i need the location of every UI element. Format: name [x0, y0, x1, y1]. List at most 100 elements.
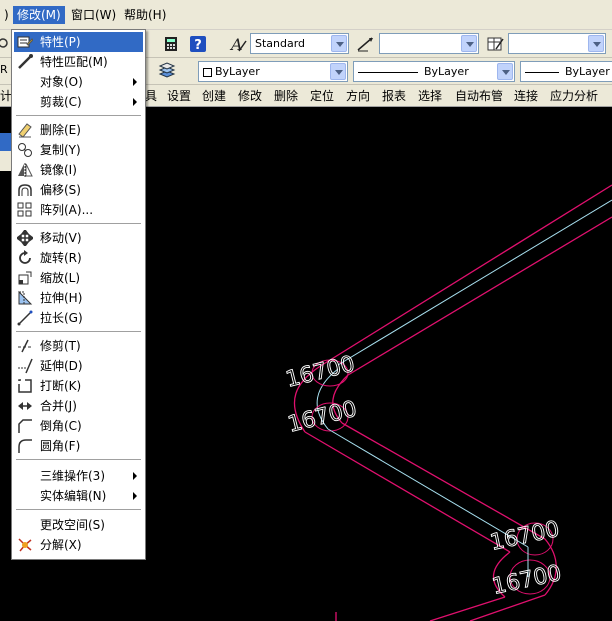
menu-item-rotate[interactable]: 旋转(R)	[14, 248, 143, 268]
menu-item-mirror[interactable]: 镜像(I)	[14, 160, 143, 180]
menu-separator	[16, 331, 141, 332]
menu-separator	[16, 115, 141, 116]
erase-icon	[17, 122, 33, 138]
stretch-icon	[17, 290, 33, 306]
menu-item-label: 倒角(C)	[40, 419, 82, 433]
menu-item-move[interactable]: 移动(V)	[14, 228, 143, 248]
menu-item-label: 延伸(D)	[40, 359, 83, 373]
piping-menu-select[interactable]: 选择	[418, 87, 442, 105]
menu-item-clip[interactable]: 剪裁(C)	[14, 92, 143, 112]
dimension-label: 16700	[488, 517, 562, 556]
array-icon	[17, 202, 33, 218]
menu-item-label: 删除(E)	[40, 123, 81, 137]
rotate-icon	[17, 250, 33, 266]
linetype-sample	[358, 71, 418, 73]
menu-item-label: 阵列(A)...	[40, 203, 94, 217]
explode-icon	[17, 537, 33, 553]
help-icon[interactable]: ?	[187, 33, 209, 55]
menu-item-explode[interactable]: 分解(X)	[14, 535, 143, 555]
menu-item-label: 修剪(T)	[40, 339, 81, 353]
dimension-labels: 16700 16700 16700 16700	[283, 351, 564, 600]
piping-menu-delete[interactable]: 删除	[274, 87, 298, 105]
table-style-icon[interactable]	[484, 33, 506, 55]
piping-menu-auto-routing[interactable]: 自动布管	[455, 87, 503, 105]
menu-item-label: 更改空间(S)	[40, 518, 105, 532]
submenu-arrow-icon	[133, 472, 137, 480]
menu-item-break[interactable]: 打断(K)	[14, 376, 143, 396]
menu-item-extend[interactable]: 延伸(D)	[14, 356, 143, 376]
submenu-arrow-icon	[133, 492, 137, 500]
menu-item-chamfer[interactable]: 倒角(C)	[14, 416, 143, 436]
piping-menu-create[interactable]: 创建	[202, 87, 226, 105]
menu-item-properties[interactable]: 特性(P)	[14, 32, 143, 52]
menu-item-label: 对象(O)	[40, 75, 83, 89]
menu-item-offset[interactable]: 偏移(S)	[14, 180, 143, 200]
menu-item-scale[interactable]: 缩放(L)	[14, 268, 143, 288]
menu-modify[interactable]: 修改(M)	[13, 6, 65, 24]
mirror-icon	[17, 162, 33, 178]
piping-menu-report[interactable]: 报表	[382, 87, 406, 105]
calculator-icon[interactable]	[160, 33, 182, 55]
color-select[interactable]: ByLayer	[198, 61, 348, 82]
menu-item-label: 圆角(F)	[40, 439, 81, 453]
menu-item-erase[interactable]: 删除(E)	[14, 120, 143, 140]
linetype-select[interactable]: ByLayer	[353, 61, 515, 82]
menu-item-copy[interactable]: 复制(Y)	[14, 140, 143, 160]
menu-item-label: 合并(J)	[40, 399, 77, 413]
break-icon	[17, 378, 33, 394]
chevron-down-icon	[461, 35, 477, 52]
menu-item-stretch[interactable]: 拉伸(H)	[14, 288, 143, 308]
pipe-upper-segment	[321, 184, 612, 376]
menu-item-label: 分解(X)	[40, 538, 82, 552]
menu-item-label: 三维操作(3)	[40, 469, 105, 483]
piping-menu-stress-analysis[interactable]: 应力分析	[550, 87, 598, 105]
menu-item-label: 剪裁(C)	[40, 95, 82, 109]
table-style-select[interactable]	[508, 33, 606, 54]
piping-menu-direction[interactable]: 方向	[346, 87, 370, 105]
menu-item-lengthen[interactable]: 拉长(G)	[14, 308, 143, 328]
menu-item-change-space[interactable]: 更改空间(S)	[14, 515, 143, 535]
piping-menu-settings[interactable]: 设置	[167, 87, 191, 105]
dimension-label: 16700	[285, 397, 359, 438]
chevron-down-icon	[588, 35, 604, 52]
dimension-style-icon[interactable]	[354, 33, 376, 55]
move-icon	[15, 228, 35, 248]
color-swatch	[203, 67, 212, 77]
piping-menu-modify[interactable]: 修改	[238, 87, 262, 105]
piping-menu-position[interactable]: 定位	[310, 87, 334, 105]
menu-item-match-properties[interactable]: 特性匹配(M)	[14, 52, 143, 72]
join-icon	[17, 398, 33, 414]
lineweight-select[interactable]: ByLayer	[520, 61, 612, 82]
lengthen-icon	[17, 310, 33, 326]
menu-item-fillet[interactable]: 圆角(F)	[14, 436, 143, 456]
menu-item-3d-operations[interactable]: 三维操作(3)	[14, 466, 143, 486]
menu-item-label: 镜像(I)	[40, 163, 77, 177]
menu-help[interactable]: 帮助(H)	[120, 6, 170, 24]
fillet-icon	[17, 438, 33, 454]
dimension-style-select[interactable]	[379, 33, 479, 54]
text-style-select[interactable]: Standard	[250, 33, 349, 54]
submenu-arrow-icon	[133, 78, 137, 86]
menu-item-trim[interactable]: 修剪(T)	[14, 336, 143, 356]
menu-item-label: 复制(Y)	[40, 143, 81, 157]
lineweight-sample	[525, 71, 559, 73]
svg-text:A: A	[229, 35, 243, 53]
text-style-icon[interactable]: A	[227, 33, 249, 55]
linetype-value: ByLayer	[424, 65, 469, 78]
menu-fragment[interactable]: )	[0, 6, 13, 24]
layer-manager-icon[interactable]	[156, 60, 178, 82]
chevron-down-icon	[331, 35, 347, 52]
text-style-value: Standard	[255, 37, 306, 50]
piping-menu-tools-fragment[interactable]: 具	[145, 87, 157, 105]
menu-item-solid-editing[interactable]: 实体编辑(N)	[14, 486, 143, 506]
trim-icon	[17, 338, 33, 354]
menu-item-object[interactable]: 对象(O)	[14, 72, 143, 92]
menu-window[interactable]: 窗口(W)	[67, 6, 120, 24]
color-value: ByLayer	[215, 65, 260, 78]
menu-item-label: 打断(K)	[40, 379, 82, 393]
menu-item-array[interactable]: 阵列(A)...	[14, 200, 143, 220]
chamfer-icon	[17, 418, 33, 434]
menu-item-join[interactable]: 合并(J)	[14, 396, 143, 416]
piping-menu-connect[interactable]: 连接	[514, 87, 538, 105]
zoom-icon[interactable]	[0, 33, 10, 55]
